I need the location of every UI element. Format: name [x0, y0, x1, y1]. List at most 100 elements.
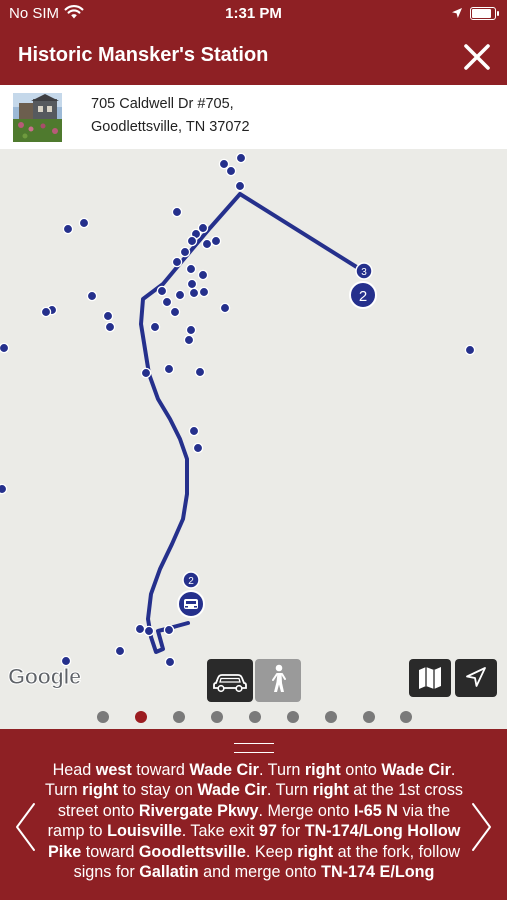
- poi-dot: [464, 344, 476, 356]
- step-text-segment: toward: [131, 761, 190, 779]
- poi-dot: [171, 206, 183, 218]
- bus-icon: [184, 599, 198, 609]
- step-keyword: Wade Cir: [197, 781, 267, 800]
- pager-dot-8[interactable]: [363, 711, 375, 723]
- poi-dot: [40, 306, 52, 318]
- poi-dot: [179, 246, 191, 258]
- poi-dot: [235, 152, 247, 164]
- destination-badge-3: 3: [361, 267, 367, 278]
- step-keyword: Wade Cir: [189, 761, 259, 779]
- poi-dot: [171, 256, 183, 268]
- destination-card[interactable]: 705 Caldwell Dr #705, Goodlettsville, TN…: [0, 85, 507, 149]
- step-keyword: 97: [258, 822, 277, 841]
- poi-dot: [197, 269, 209, 281]
- step-keyword: TN-174 E/Long: [321, 863, 435, 882]
- poi-dot: [104, 321, 116, 333]
- drag-handle[interactable]: [234, 743, 274, 753]
- poi-dot: [174, 289, 186, 301]
- start-marker[interactable]: 2: [177, 571, 205, 618]
- poi-dot: [86, 290, 98, 302]
- address-line-1: 705 Caldwell Dr #705,: [91, 96, 234, 112]
- start-badge: 2: [188, 576, 194, 587]
- step-pager: [0, 707, 507, 727]
- destination-marker[interactable]: 3 2: [349, 262, 377, 309]
- pager-dot-4[interactable]: [211, 711, 223, 723]
- my-location-button[interactable]: [455, 659, 497, 697]
- poi-dot: [164, 656, 176, 668]
- poi-dot: [186, 235, 198, 247]
- previous-step-button[interactable]: [12, 801, 40, 853]
- step-keyword: Rivergate Pkwy: [138, 801, 259, 820]
- poi-dot: [192, 442, 204, 454]
- close-icon: [464, 44, 490, 70]
- step-keyword: west: [95, 761, 132, 779]
- pager-dot-9[interactable]: [400, 711, 412, 723]
- step-text-segment: . Keep: [245, 842, 298, 861]
- close-button[interactable]: [458, 38, 496, 76]
- step-keyword: Wade Cir: [381, 761, 451, 779]
- poi-dot: [163, 363, 175, 375]
- step-text-segment: Head: [52, 761, 96, 779]
- poi-dot: [234, 180, 246, 192]
- step-text-segment: toward: [81, 842, 139, 861]
- next-step-button[interactable]: [467, 801, 495, 853]
- poi-dot: [218, 158, 230, 170]
- step-text-segment: . Turn: [266, 781, 313, 800]
- poi-dot: [0, 342, 10, 354]
- pager-dot-5[interactable]: [249, 711, 261, 723]
- google-attribution-logo: Google: [8, 664, 82, 690]
- poi-dot: [149, 321, 161, 333]
- step-keyword: Goodlettsville: [138, 842, 246, 861]
- poi-dot: [185, 324, 197, 336]
- map-canvas[interactable]: 3 2 2: [0, 149, 507, 729]
- step-text-segment: for: [276, 822, 305, 841]
- pager-dot-2-active[interactable]: [135, 711, 147, 723]
- poi-dot: [183, 334, 195, 346]
- driving-mode-button[interactable]: [207, 659, 253, 702]
- pager-dot-3[interactable]: [173, 711, 185, 723]
- poi-dot: [161, 296, 173, 308]
- directions-panel: Head west toward Wade Cir. Turn right on…: [0, 729, 507, 900]
- step-keyword: I-65 N: [353, 801, 398, 820]
- poi-dot: [188, 425, 200, 437]
- poi-dot: [78, 217, 90, 229]
- step-text-segment: onto: [340, 761, 382, 779]
- poi-dot: [188, 287, 200, 299]
- car-icon: [213, 674, 247, 693]
- step-text-segment: . Turn: [258, 761, 305, 779]
- pager-dot-6[interactable]: [287, 711, 299, 723]
- poi-dot: [62, 223, 74, 235]
- step-keyword: Gallatin: [139, 863, 199, 882]
- poi-dot: [185, 263, 197, 275]
- poi-dot: [198, 286, 210, 298]
- pager-dot-7[interactable]: [325, 711, 337, 723]
- poi-dot: [201, 238, 213, 250]
- step-keyword: right: [297, 842, 334, 861]
- poi-dot: [186, 278, 198, 290]
- poi-dot: [143, 625, 155, 637]
- step-keyword: right: [82, 781, 119, 800]
- poi-markers: [0, 152, 476, 668]
- poi-dot: [163, 624, 175, 636]
- poi-dot: [156, 285, 168, 297]
- step-text-segment: to stay on: [118, 781, 198, 800]
- poi-dot: [219, 302, 231, 314]
- step-keyword: right: [312, 781, 349, 800]
- poi-dot: [210, 235, 222, 247]
- location-photo: [13, 93, 62, 142]
- chevron-right-icon: [472, 803, 491, 851]
- step-keyword: Louisville: [107, 822, 182, 841]
- navigation-arrow-icon: [466, 667, 486, 687]
- status-time: 1:31 PM: [225, 5, 282, 22]
- poi-dot: [225, 165, 237, 177]
- poi-dot: [134, 623, 146, 635]
- pager-dot-1[interactable]: [97, 711, 109, 723]
- step-text-segment: . Take exit: [181, 822, 259, 841]
- map-type-button[interactable]: [409, 659, 451, 697]
- poi-dot: [0, 483, 8, 495]
- status-bar: No SIM 1:31 PM: [0, 0, 507, 28]
- walking-mode-button[interactable]: [255, 659, 301, 702]
- map-icon: [419, 667, 441, 689]
- walking-icon: [272, 664, 286, 692]
- map-view[interactable]: 3 2 2 Google: [0, 149, 507, 729]
